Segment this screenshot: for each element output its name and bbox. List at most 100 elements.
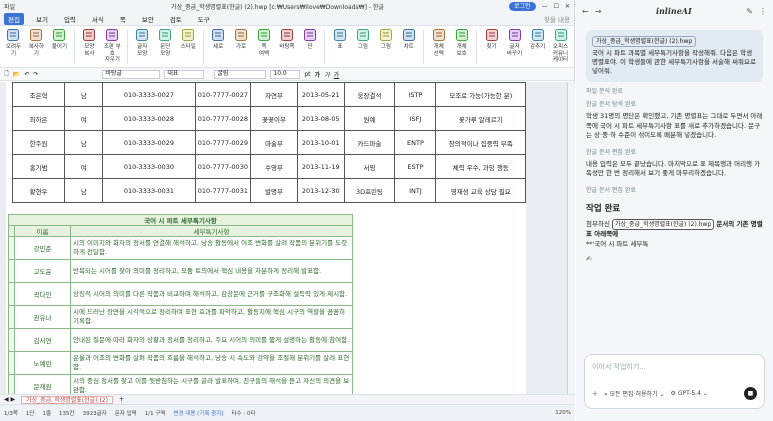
vertical-scrollbar[interactable] [567,82,575,402]
font-select[interactable]: 굴림 [214,69,267,79]
model-select[interactable]: ⚙ GPT-5.4 ⌄ [671,390,708,397]
maximize-icon[interactable]: ☐ [554,3,559,10]
table-cell[interactable]: 웅장결석 [343,82,396,107]
table-cell[interactable]: 한주원 [11,130,66,155]
app-menu[interactable]: 파일 [4,2,15,11]
ribbon-background-button[interactable]: 바탕쪽 [278,28,297,51]
remark-cell[interactable]: 안내된 질문에 따라 화자의 상황과 정서를 정리하고, 주요 시어의 의미를 … [70,328,353,352]
table-cell[interactable]: 꽃가루 알레르기 [435,106,526,131]
status-change[interactable]: 변경 내용 [기록 중지] [173,409,223,417]
table-cell[interactable]: ENTP [394,130,437,155]
table-cell[interactable]: 010-3333-0028 [102,106,196,131]
table-cell[interactable]: 서핑 [343,154,396,179]
table-cell[interactable]: 여 [64,106,104,131]
student-name-cell[interactable]: 노예린 [14,351,71,375]
edit-mode-select[interactable]: » 모든 편집 허용하기 ⌄ [604,389,665,398]
table-cell[interactable]: 010-7777-0031 [194,178,252,203]
ribbon-paste-button[interactable]: 붙이기 [50,28,69,51]
tab-document[interactable]: 가상_중급_학생명렬표(한글) (2) [21,395,113,404]
ribbon-page-button[interactable]: 쪽 여백 [255,28,274,57]
table-cell[interactable]: ESTP [394,154,437,179]
menu-page[interactable]: 쪽 [116,13,130,25]
table-cell[interactable]: 자연부 [250,82,298,107]
menu-icon[interactable]: ⋮ [759,7,767,16]
font-size-input[interactable]: 10.0 [270,69,301,79]
menu-insert[interactable]: 입력 [60,13,80,25]
table-cell[interactable]: INTJ [394,178,437,203]
menu-format[interactable]: 서식 [88,13,108,25]
menu-security[interactable]: 보안 [138,13,158,25]
ribbon-delete-button[interactable]: 조판 부호 지우기 [103,28,122,64]
student-name-cell[interactable]: 곽다인 [14,282,71,306]
table-cell[interactable]: 마술부 [250,130,298,155]
table-cell[interactable]: 남 [64,82,104,107]
step-doc-edit-2[interactable]: 한글 문서 편집 완료 [586,185,763,194]
table-cell[interactable]: 여 [64,154,104,179]
table-cell[interactable]: 꽃꽂이부 [250,106,298,131]
ribbon-find-button[interactable]: 찾기 [482,28,501,51]
underline-icon[interactable]: 가 [334,70,340,79]
ribbon-columns-button[interactable]: 단 [300,28,319,51]
ribbon-style-button[interactable]: 스타일 [179,28,198,51]
table-cell[interactable]: 010-7777-0027 [194,82,252,107]
step-doc-edit-1[interactable]: 한글 문서 편집 완료 [586,147,763,156]
attach-icon[interactable]: ＋ [592,389,598,398]
ribbon-picture-button[interactable]: 그림 [376,28,395,51]
table-cell[interactable]: 010-7777-0029 [194,130,252,155]
ribbon-shapes-button[interactable]: 그림 [353,28,372,51]
ribbon-cut-button[interactable]: 오려두기 [4,28,23,57]
ribbon-select-button[interactable]: 개체 선택 [429,28,448,57]
ribbon-horizontal-button[interactable]: 가로 [232,28,251,51]
table-cell[interactable]: 010-3333-0029 [102,130,196,155]
menu-tools[interactable]: 도구 [194,13,214,25]
table-cell[interactable]: 010-3333-0027 [102,82,196,107]
ribbon-format-copy-button[interactable]: 모양 복사 [80,28,99,57]
add-tab-icon[interactable]: + [119,396,124,403]
table-cell[interactable]: 최하은 [11,106,66,131]
table-cell[interactable]: 조은혁 [11,82,66,107]
font-lang-select[interactable]: 대표 [164,69,205,79]
table-cell[interactable]: 2013-10-01 [296,130,345,155]
search-field[interactable]: 찾을 내용 [544,14,570,24]
minimize-icon[interactable]: — [542,3,548,10]
table-cell[interactable]: 2013-08-05 [296,106,345,131]
ribbon-char-shape-button[interactable]: 글자 모양 [133,28,152,57]
table-cell[interactable]: 영재성 교육 상담 필요 [435,178,526,203]
table-cell[interactable]: 카드마술 [343,130,396,155]
remark-cell[interactable]: 상징적 시어의 의미를 다른 작품과 비교하며 해석하고, 감상문에 근거를 구… [70,282,353,306]
stop-button[interactable]: ■ [744,387,757,400]
back-icon[interactable]: ← [582,7,589,16]
table-cell[interactable]: 체력 우수, 과잉 행동 [435,154,526,179]
open-icon[interactable]: 📂 [13,71,20,78]
table-cell[interactable]: 발명부 [250,178,298,203]
student-name-cell[interactable]: 고도윤 [14,259,71,283]
undo-icon[interactable]: ↶ [24,71,29,78]
table-cell[interactable]: ISFJ [394,106,437,131]
table-cell[interactable]: ISTP [394,82,437,107]
italic-icon[interactable]: 가 [324,70,330,79]
ribbon-copy-button[interactable]: 복사하기 [27,28,46,57]
student-name-cell[interactable]: 김서연 [14,328,71,352]
table-cell[interactable]: 남 [64,130,104,155]
close-icon[interactable]: ✕ [565,3,570,10]
step-doc-search[interactable]: 한글 문서 탐색 완료 [586,99,763,108]
table-cell[interactable]: 010-7777-0028 [194,106,252,131]
tab-nav-icon[interactable]: ◀ ▶ [4,396,15,403]
table-cell[interactable]: 010-3333-0031 [102,178,196,203]
redo-icon[interactable]: ↷ [33,71,38,78]
table-cell[interactable]: 2013-12-30 [296,178,345,203]
ribbon-chart-button[interactable]: 차트 [399,28,418,51]
new-chat-icon[interactable]: ✎ [746,7,753,16]
table-cell[interactable]: 010-3333-0030 [102,154,196,179]
table-cell[interactable]: 2013-05-21 [296,82,345,107]
ribbon-table-button[interactable]: 표 [330,28,349,51]
table-cell[interactable]: 원예 [343,106,396,131]
table-cell[interactable]: 수영부 [250,154,298,179]
bold-icon[interactable]: 가 [315,70,321,79]
table-cell[interactable]: 홍기범 [11,154,66,179]
ribbon-hide-button[interactable]: 감추기 [528,28,547,51]
step-file-analysis[interactable]: 파일 분석 완료 [586,86,763,95]
new-doc-icon[interactable]: 🗋 [4,69,9,79]
zoom-level[interactable]: 120% [555,410,571,416]
table-cell[interactable]: 3D프린팅 [343,178,396,203]
